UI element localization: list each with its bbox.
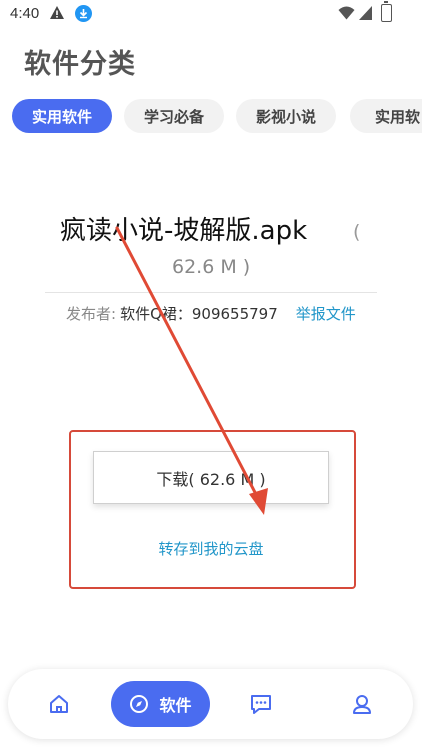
- nav-software[interactable]: 软件: [111, 681, 210, 727]
- file-size-paren: (: [353, 221, 361, 243]
- signal-icon: [359, 6, 372, 20]
- nav-home[interactable]: [46, 681, 72, 727]
- bottom-nav: 软件: [8, 669, 413, 739]
- file-size: 62.6 M ): [172, 256, 251, 278]
- report-file-link[interactable]: 举报文件: [296, 303, 356, 324]
- wifi-icon: [338, 6, 355, 20]
- tab-study-essentials[interactable]: 学习必备: [124, 99, 224, 133]
- nav-software-label: 软件: [159, 696, 192, 715]
- file-name: 疯读小说-坡解版.apk: [60, 216, 308, 246]
- publisher-name: 软件Q裙：909655797: [120, 305, 278, 323]
- battery-icon: [381, 1, 392, 22]
- tab-practical-software[interactable]: 实用软件: [12, 99, 112, 133]
- tab-label: 影视小说: [255, 107, 316, 126]
- user-icon: [353, 695, 371, 714]
- download-button[interactable]: 下载( 62.6 M ): [93, 451, 329, 504]
- compass-icon: [130, 695, 149, 713]
- nav-profile[interactable]: [349, 681, 375, 727]
- publisher-label: 发布者:: [66, 305, 117, 323]
- download-button-label: 下载( 62.6 M ): [156, 469, 266, 489]
- warning-icon: [50, 6, 64, 19]
- tab-film-novel[interactable]: 影视小说: [236, 99, 336, 133]
- save-to-cloud-label: 转存到我的云盘: [158, 540, 264, 558]
- nav-messages[interactable]: [248, 681, 274, 727]
- tab-practical-software-more[interactable]: 实用软: [350, 99, 422, 133]
- divider: [45, 292, 377, 293]
- status-bar: 4:40: [0, 0, 422, 28]
- home-icon: [50, 695, 68, 713]
- publisher-row: 发布者: 软件Q裙：909655797 举报文件: [66, 303, 356, 324]
- category-tabs: 实用软件 学习必备 影视小说 实用软: [12, 99, 422, 133]
- tab-label: 学习必备: [143, 107, 204, 126]
- tab-label: 实用软: [375, 107, 421, 126]
- chat-icon: [251, 695, 271, 714]
- save-to-cloud-link[interactable]: 转存到我的云盘: [0, 538, 422, 559]
- tab-label: 实用软件: [31, 107, 92, 126]
- page-title: 软件分类: [24, 49, 136, 80]
- status-time: 4:40: [10, 5, 40, 22]
- download-icon: [75, 5, 92, 22]
